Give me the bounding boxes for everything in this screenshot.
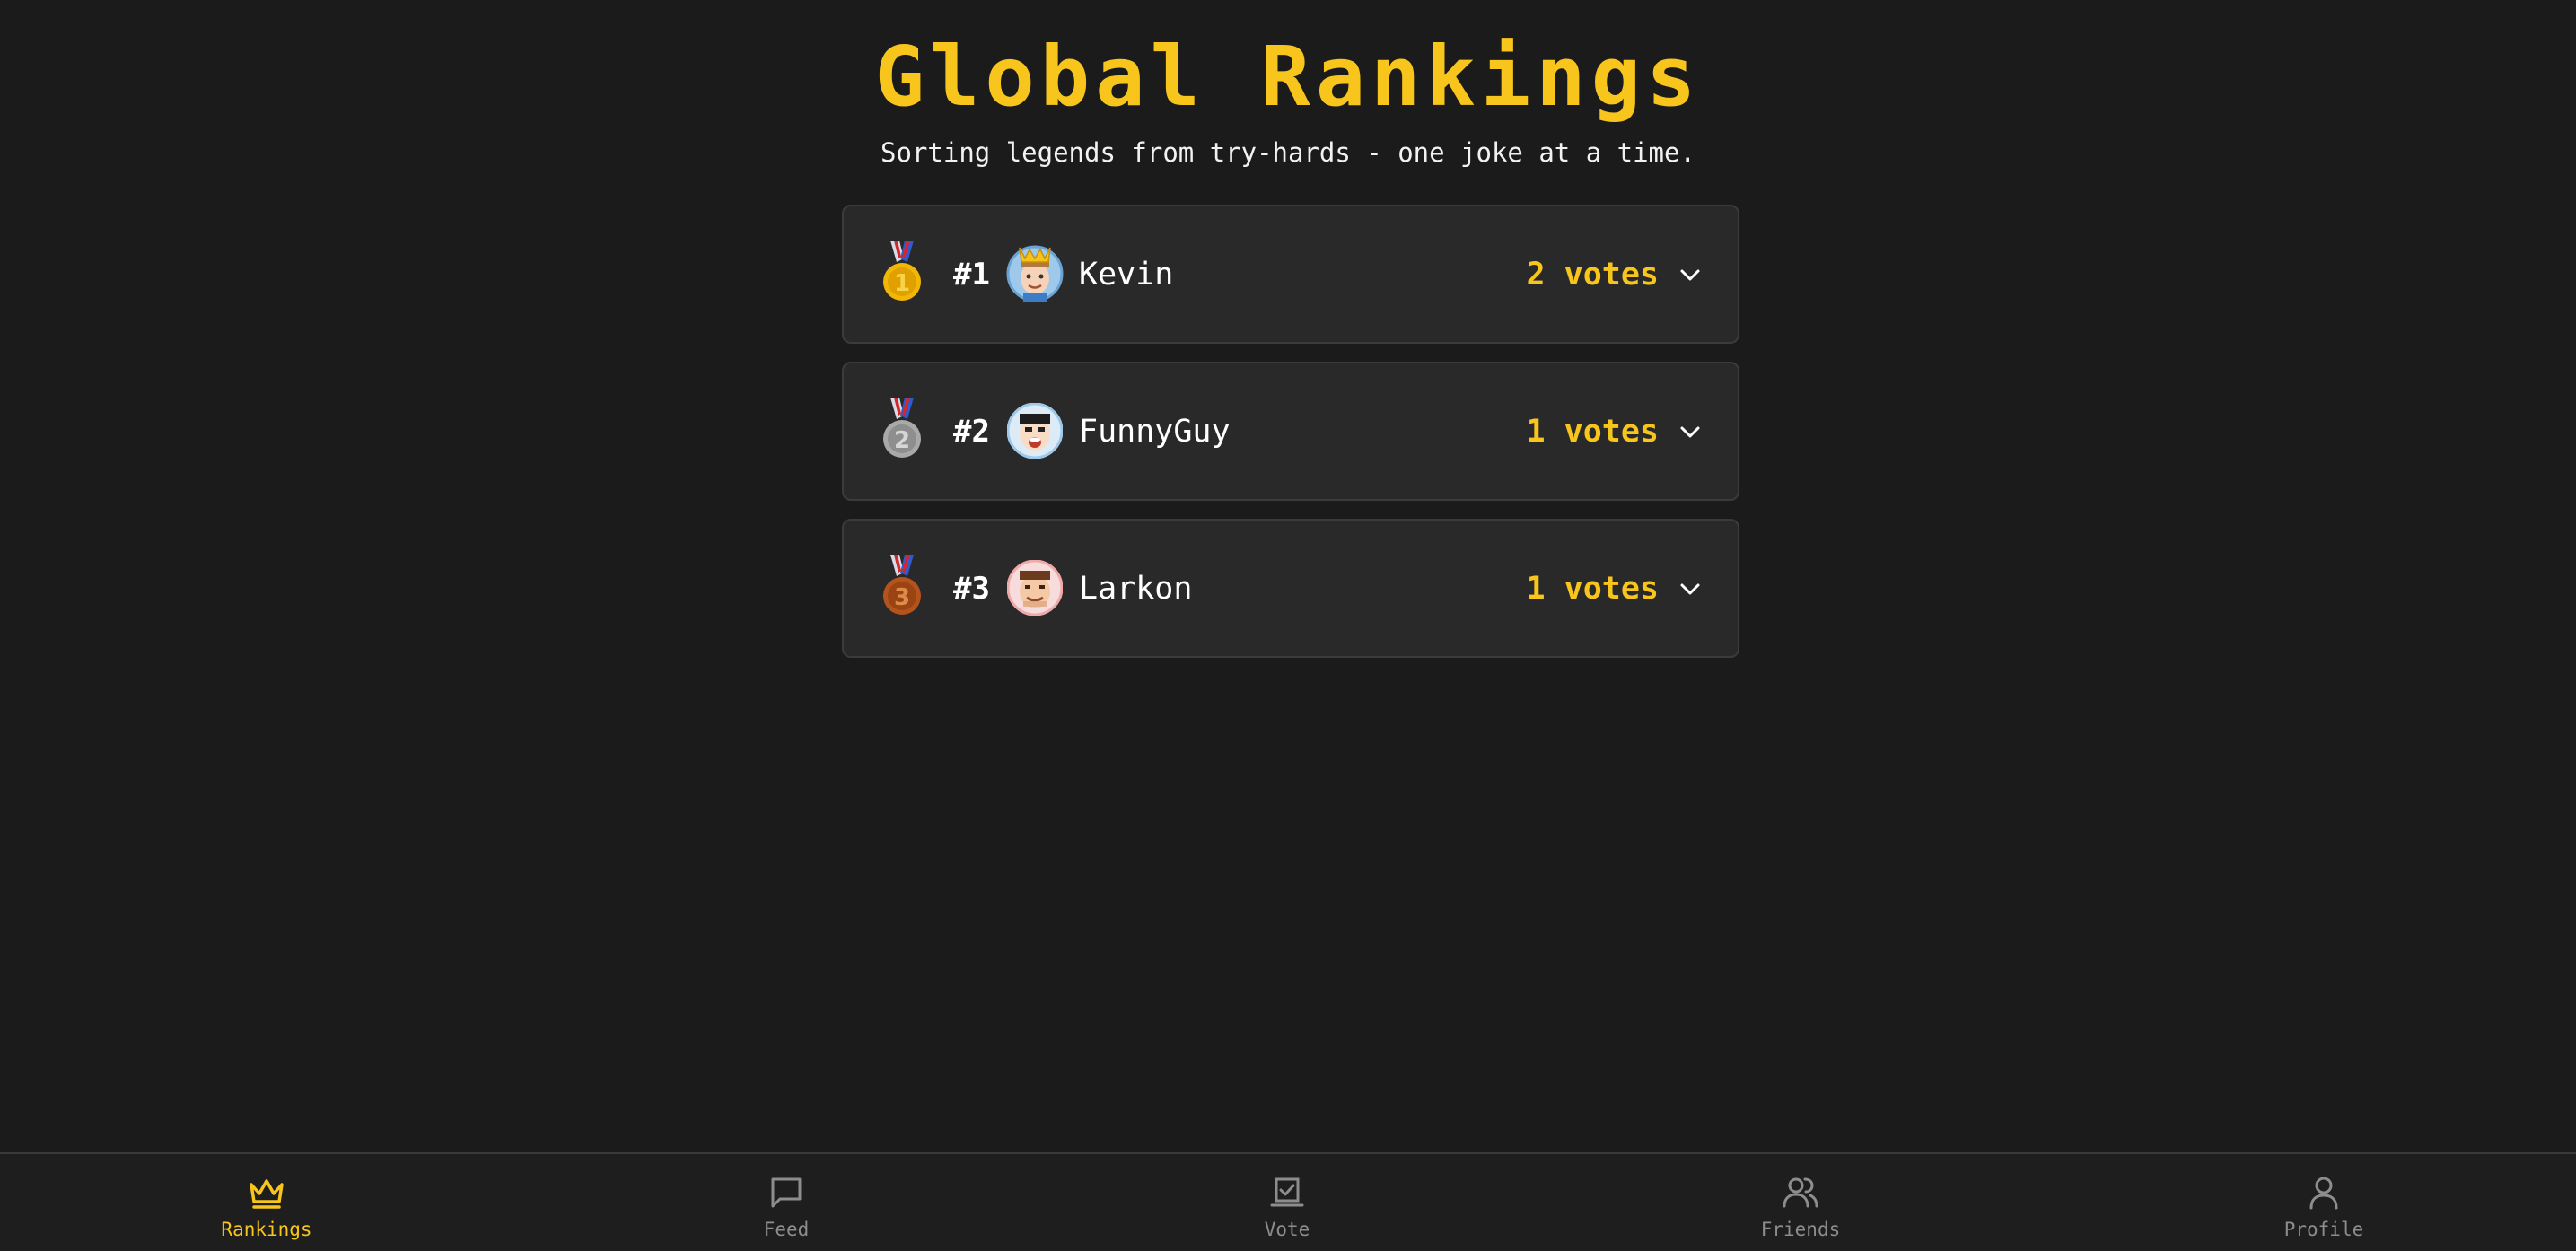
chevron-down-icon[interactable]	[1677, 419, 1704, 446]
bottom-tab-bar: Rankings Feed Vote Friends Profile	[0, 1152, 2576, 1251]
chat-bubble-icon	[771, 1177, 802, 1208]
rank-number: #2	[953, 414, 990, 450]
rankings-page: Global Rankings Sorting legends from try…	[0, 0, 2576, 1251]
tab-label: Friends	[1760, 1219, 1841, 1240]
ranking-row-2[interactable]: 2 #2 FunnyGuy 1 votes	[842, 362, 1739, 501]
rank-number: #1	[953, 257, 990, 293]
rank-number: #3	[953, 571, 990, 607]
tab-vote[interactable]: Vote	[1197, 1172, 1377, 1242]
user-avatar	[1006, 245, 1064, 302]
crown-icon	[250, 1179, 284, 1209]
users-icon	[1783, 1177, 1818, 1208]
tab-label: Feed	[763, 1219, 810, 1240]
ballot-box-icon	[1270, 1177, 1304, 1207]
bronze-medal-icon: 3	[883, 555, 921, 615]
page-header: Global Rankings Sorting legends from try…	[0, 27, 2576, 171]
svg-text:1: 1	[894, 270, 910, 297]
page-title: Global Rankings	[874, 29, 1702, 125]
chevron-down-icon[interactable]	[1677, 576, 1704, 603]
tab-label: Vote	[1264, 1219, 1310, 1240]
ranking-row-1[interactable]: 1 #1 Kevin 2 votes	[842, 205, 1739, 344]
ranking-row-3[interactable]: 3 #3 Larkon 1 votes	[842, 519, 1739, 658]
user-icon	[2309, 1177, 2338, 1210]
tab-profile[interactable]: Profile	[2234, 1172, 2414, 1242]
tab-rankings[interactable]: Rankings	[177, 1172, 356, 1242]
vote-count: 2 votes	[1526, 257, 1659, 293]
rankings-list: 1 #1 Kevin 2 votes 2 #2 FunnyGuy 1 votes…	[842, 205, 1739, 676]
vote-count: 1 votes	[1526, 414, 1659, 450]
vote-count: 1 votes	[1526, 571, 1659, 607]
tab-label: Rankings	[221, 1219, 312, 1240]
user-name[interactable]: Kevin	[1079, 253, 1173, 296]
tab-feed[interactable]: Feed	[697, 1172, 876, 1242]
chevron-down-icon[interactable]	[1677, 262, 1704, 289]
silver-medal-icon: 2	[883, 398, 921, 458]
user-avatar	[1007, 560, 1063, 616]
page-subtitle: Sorting legends from try-hards - one jok…	[881, 137, 1695, 168]
svg-text:3: 3	[894, 584, 910, 611]
gold-medal-icon: 1	[883, 241, 921, 301]
user-avatar	[1007, 403, 1063, 459]
svg-text:2: 2	[894, 427, 910, 454]
user-name[interactable]: Larkon	[1079, 567, 1192, 610]
tab-friends[interactable]: Friends	[1711, 1172, 1890, 1242]
tab-label: Profile	[2283, 1219, 2364, 1240]
user-name[interactable]: FunnyGuy	[1079, 410, 1231, 453]
